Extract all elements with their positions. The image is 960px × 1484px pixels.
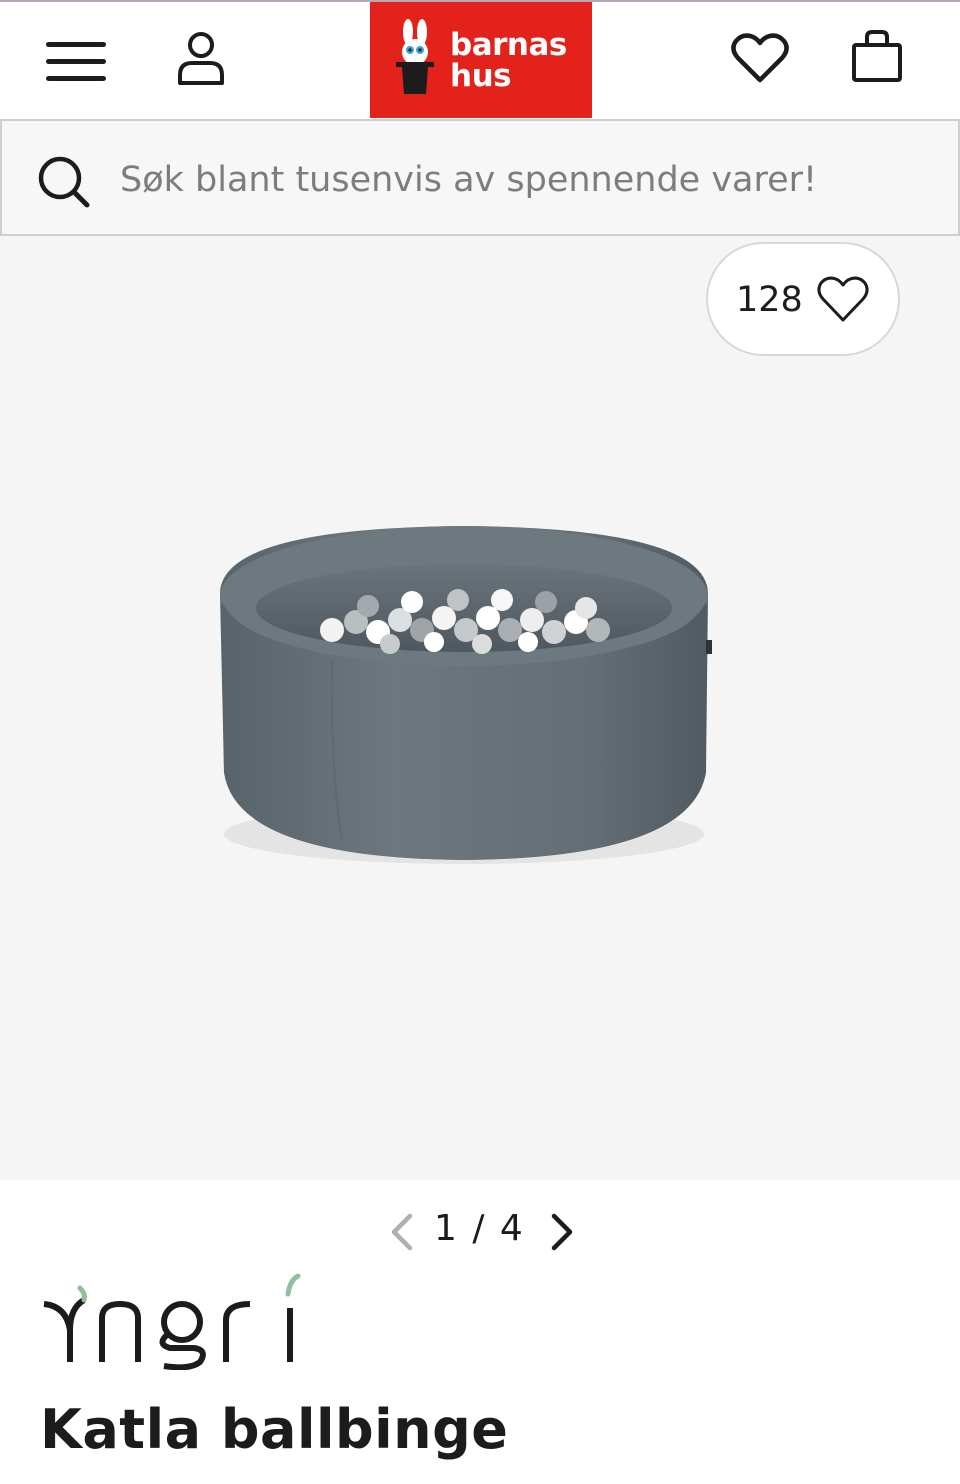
logo-wordmark: barnas hus [450,27,567,94]
image-pager: 1 / 4 [380,1206,580,1258]
user-icon [178,32,224,85]
bunny-hat-icon [396,19,434,94]
cart-button[interactable] [844,24,910,88]
site-logo[interactable]: barnas hus [370,2,592,118]
search-bar[interactable] [0,119,960,236]
site-header: barnas hus [0,2,960,118]
product-image [220,526,712,864]
menu-icon [46,42,106,81]
heart-icon [731,33,789,83]
favorites-button[interactable] [726,26,794,90]
menu-button[interactable] [40,32,112,92]
pager-indicator: 1 / 4 [434,1208,525,1249]
chevron-right-icon[interactable] [544,1212,580,1252]
shopping-bag-icon [852,30,902,82]
product-title: Katla ballbinge [40,1398,509,1461]
search-icon [38,156,90,208]
like-button[interactable]: 128 [706,242,900,356]
account-button[interactable] [170,26,232,92]
like-count: 128 [736,280,803,320]
search-input[interactable] [120,151,920,209]
chevron-left-icon[interactable] [384,1212,420,1252]
brand-logo[interactable] [40,1270,310,1370]
heart-outline-icon [817,276,869,322]
